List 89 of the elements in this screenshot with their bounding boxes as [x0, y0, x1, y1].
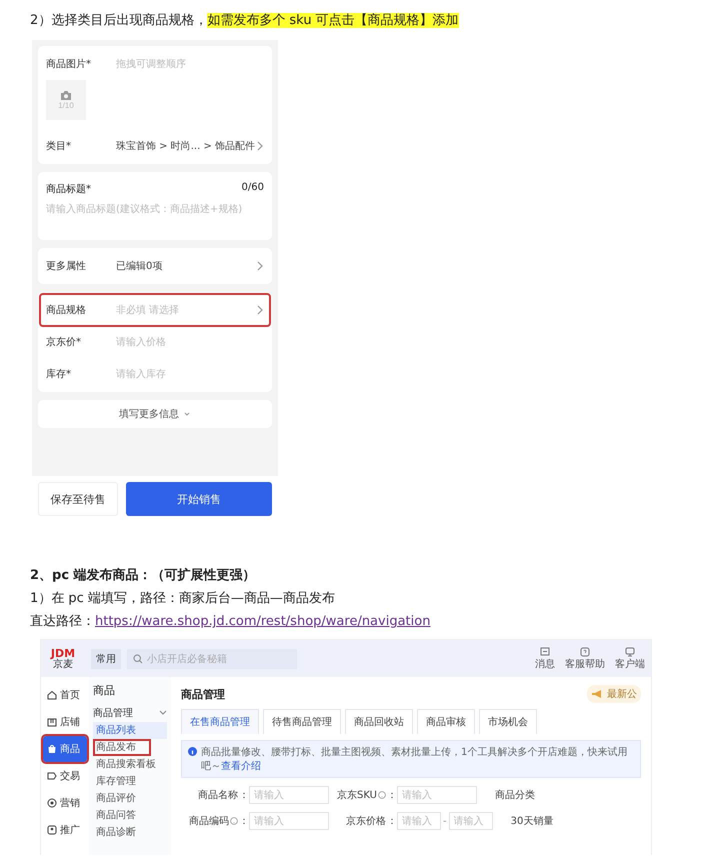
range-dash: -: [443, 816, 447, 826]
target-icon: [47, 798, 57, 808]
step-heading: 2）选择类目后出现商品规格，如需发布多个 sku 可点击【商品规格】添加: [30, 12, 460, 30]
field-label: 库存*: [46, 368, 72, 381]
tab[interactable]: 商品审核: [417, 709, 475, 734]
toolbar-button[interactable]: 客户端: [615, 646, 645, 670]
field-label: 京东价格: [346, 814, 386, 828]
store-icon: [47, 717, 57, 727]
help-icon: [580, 646, 590, 656]
save-button[interactable]: 保存至待售: [38, 482, 118, 516]
nav-item[interactable]: 交易: [43, 763, 87, 789]
field-label: 商品分类: [495, 788, 535, 802]
field-label: 商品编码: [189, 814, 229, 828]
field-label: 商品名称: [198, 788, 238, 802]
nav-item[interactable]: 店铺: [43, 709, 87, 735]
select-row[interactable]: 商品规格 非必填 请选择: [40, 294, 270, 326]
submenu-group[interactable]: 商品管理: [93, 706, 167, 720]
field-label: 京东SKU: [337, 788, 377, 802]
tab[interactable]: 在售商品管理: [181, 709, 259, 734]
placeholder-text: 请输入商品标题(建议格式：商品描述+规格): [46, 202, 244, 216]
bag-icon: [47, 744, 57, 754]
colon-text: ：: [387, 815, 397, 828]
select-row[interactable]: 类目* 珠宝首饰 > 时尚... > 饰品配件: [46, 130, 264, 162]
info-text: 商品批量修改、腰带打标、批量主图视频、素材批量上传，1个工具解决多个开店难题，快来试用吧～查看介绍: [201, 746, 628, 773]
nav-item[interactable]: 营销: [43, 790, 87, 816]
submenu-item[interactable]: 商品发布: [93, 739, 151, 756]
submenu-title: 商品: [93, 683, 116, 698]
chevron-right-icon: [256, 141, 264, 151]
field-label: 更多属性: [46, 260, 87, 273]
expand-more-button[interactable]: 填写更多信息: [46, 402, 264, 426]
hint-text: 拖拽可调整顺序: [116, 58, 187, 71]
monitor-icon: [625, 646, 635, 656]
section-heading: 2、pc 端发布商品：（可扩展性更强）: [30, 566, 257, 585]
field-label: 商品规格: [46, 304, 87, 317]
nav-item[interactable]: 商品: [43, 736, 87, 762]
submenu-item[interactable]: 商品诊断: [93, 824, 167, 841]
tab[interactable]: 商品回收站: [345, 709, 413, 734]
input-field[interactable]: 请输入: [249, 812, 329, 830]
toolbar-button[interactable]: 消息: [535, 646, 555, 670]
input-field[interactable]: 请输入价格: [116, 336, 264, 348]
chevron-right-icon: [256, 305, 264, 315]
title-field[interactable]: 商品标题* 0/60 请输入商品标题(建议格式：商品描述+规格): [46, 174, 264, 238]
input-field[interactable]: 请输入: [249, 786, 329, 804]
placeholder-text: 非必填 请选择: [116, 304, 180, 317]
submenu-item[interactable]: 商品问答: [93, 807, 167, 824]
field-label: 商品图片*: [46, 58, 92, 71]
page-title: 商品管理: [181, 686, 225, 702]
camera-icon: [60, 90, 72, 101]
tag-icon: [47, 771, 57, 781]
field-label: 30天销量: [510, 815, 554, 828]
chevron-down-icon: [159, 710, 167, 716]
step-text: 1）在 pc 端填写，路径：商家后台—商品—商品发布: [30, 590, 336, 608]
field-label: 京东价*: [46, 336, 82, 349]
top-tab[interactable]: 常用: [91, 648, 121, 668]
nav-item[interactable]: 推广: [43, 817, 87, 843]
toolbar-button[interactable]: 客服帮助: [565, 646, 605, 670]
chevron-right-icon: [256, 261, 264, 271]
start-selling-button[interactable]: 开始销售: [126, 482, 272, 516]
colon-text: ：: [387, 789, 397, 802]
submenu-item[interactable]: 商品列表: [93, 722, 167, 739]
colon-text: ：: [239, 789, 249, 802]
megaphone-icon: [591, 689, 603, 699]
help-icon: [230, 817, 238, 825]
field-label: 商品标题*: [46, 182, 91, 196]
person-icon: [47, 825, 57, 835]
tab[interactable]: 待售商品管理: [263, 709, 341, 734]
char-counter: 0/60: [242, 182, 264, 195]
home-icon: [47, 690, 57, 700]
field-value: 已编辑0项: [116, 260, 164, 273]
path-text: 直达路径：https://ware.shop.jd.com/rest/shop/ware/navigation: [30, 613, 432, 631]
submenu-item[interactable]: 商品评价: [93, 790, 167, 807]
nav-item[interactable]: 首页: [43, 682, 87, 708]
input-field[interactable]: 请输入: [397, 786, 477, 804]
input-field[interactable]: 请输入: [448, 812, 493, 830]
help-icon: [378, 791, 386, 799]
logo: JDM 京麦: [49, 648, 76, 670]
info-icon: [188, 747, 197, 756]
search-icon: [133, 654, 143, 664]
tab[interactable]: 市场机会: [479, 709, 537, 734]
message-icon: [540, 646, 550, 656]
select-row[interactable]: 更多属性 已编辑0项: [46, 250, 264, 282]
input-field[interactable]: 请输入: [397, 812, 441, 830]
info-link[interactable]: 查看介绍: [221, 761, 261, 772]
submenu-item[interactable]: 库存管理: [93, 773, 167, 790]
colon-text: ：: [239, 815, 249, 828]
field-value: 珠宝首饰 > 时尚... > 饰品配件: [116, 140, 256, 153]
field-label: 类目*: [46, 140, 72, 153]
submenu-item[interactable]: 商品搜索看板: [93, 756, 167, 773]
url-link[interactable]: https://ware.shop.jd.com/rest/shop/ware/navigation: [95, 614, 430, 629]
